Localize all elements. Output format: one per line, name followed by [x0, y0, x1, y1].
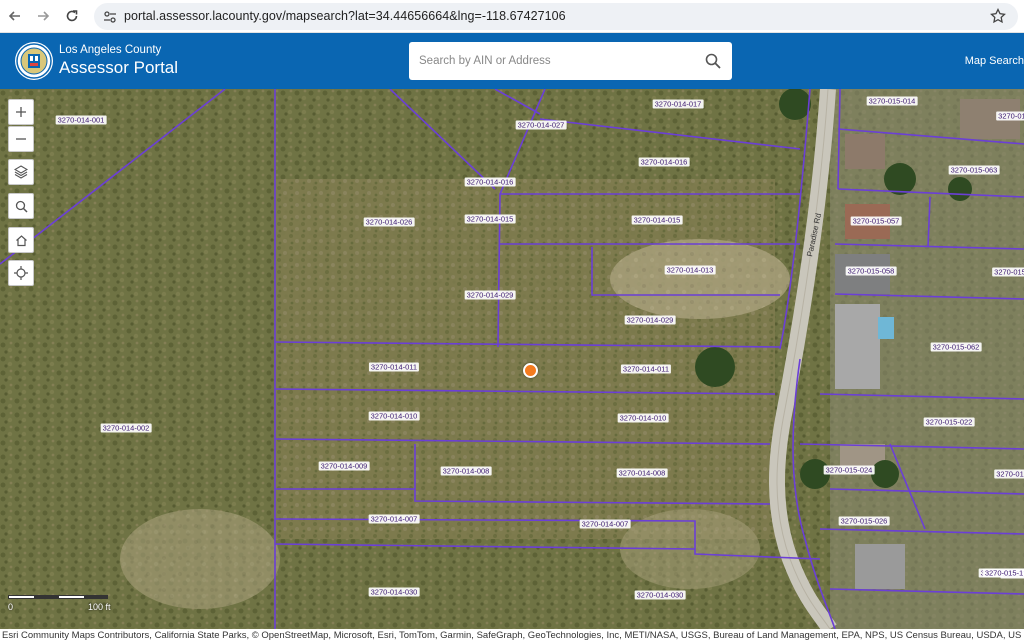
parcel-label[interactable]: 3270-014-015	[631, 215, 683, 225]
arrow-left-icon	[8, 11, 20, 21]
zoom-out-button[interactable]	[8, 126, 34, 152]
map-attribution: Esri Community Maps Contributors, Califo…	[0, 629, 1024, 643]
search-icon	[15, 200, 28, 213]
parcel-label[interactable]: 3270-014-017	[652, 99, 704, 109]
scale-end-label: 100 ft	[88, 602, 111, 612]
county-seal-logo[interactable]	[15, 42, 53, 80]
plus-icon	[16, 107, 26, 117]
zoom-in-button[interactable]	[8, 99, 34, 125]
parcel-label[interactable]: 3270-014-029	[624, 315, 676, 325]
parcel-label[interactable]: 3270-014-002	[100, 423, 152, 433]
parcel-label[interactable]: 3270-014-011	[368, 362, 420, 372]
parcel-label[interactable]: 3270-014-013	[664, 265, 716, 275]
parcel-label[interactable]: 3270-014-011	[620, 364, 672, 374]
parcel-label[interactable]: 3270-014-010	[617, 413, 669, 423]
map-search-link[interactable]: Map Search	[965, 55, 1024, 67]
parcel-label[interactable]: 3270-014-016	[464, 177, 516, 187]
parcel-label[interactable]: 3270-015-1	[982, 568, 1024, 578]
parcel-label[interactable]: 3270-015-022	[923, 417, 975, 427]
location-marker[interactable]	[523, 363, 538, 378]
layers-icon	[14, 165, 28, 179]
parcel-label[interactable]: 3270-014-026	[363, 217, 415, 227]
search-input[interactable]	[409, 42, 689, 80]
county-name: Los Angeles County	[59, 44, 162, 56]
parcel-label[interactable]: 3270-014-001	[55, 115, 107, 125]
search-box	[409, 42, 732, 80]
home-button[interactable]	[8, 227, 34, 253]
parcel-label[interactable]: 3270-015-014	[866, 96, 918, 106]
parcel-label[interactable]: 3270-014-007	[368, 514, 420, 524]
parcel-label[interactable]: 3270-014-030	[634, 590, 686, 600]
aerial-imagery: Paradise Rd	[0, 89, 1024, 629]
parcel-label[interactable]: 3270-014-010	[368, 411, 420, 421]
address-bar[interactable]: portal.assessor.lacounty.gov/mapsearch?l…	[94, 3, 1018, 30]
arrow-right-icon	[38, 11, 50, 21]
bookmark-star-icon[interactable]	[990, 8, 1006, 24]
search-button[interactable]	[704, 52, 722, 70]
map-view[interactable]: Paradise Rd 3270-014-001 3270-014-027 3270…	[0, 89, 1024, 629]
parcel-label[interactable]: 3270-015	[992, 267, 1024, 277]
parcel-label[interactable]: 3270-014-029	[464, 290, 516, 300]
home-icon	[15, 234, 27, 246]
search-icon	[705, 53, 721, 69]
parcel-label[interactable]: 3270-015	[996, 111, 1024, 121]
parcel-label[interactable]: 3270-014-016	[638, 157, 690, 167]
app-header: Los Angeles County Assessor Portal Map S…	[0, 33, 1024, 89]
back-button[interactable]	[4, 5, 26, 27]
parcel-label[interactable]: 3270-015-057	[850, 216, 902, 226]
locate-button[interactable]	[8, 260, 34, 286]
scale-start-label: 0	[8, 602, 14, 612]
site-settings-icon[interactable]	[102, 9, 118, 25]
parcel-label[interactable]: 3270-01	[994, 469, 1024, 479]
reload-icon	[66, 10, 78, 22]
parcel-label[interactable]: 3270-014-007	[579, 519, 631, 529]
parcel-label[interactable]: 3270-015-024	[823, 465, 875, 475]
reload-button[interactable]	[61, 5, 83, 27]
parcel-label[interactable]: 3270-014-015	[464, 214, 516, 224]
layers-button[interactable]	[8, 159, 34, 185]
parcel-label[interactable]: 3270-015-062	[930, 342, 982, 352]
parcel-label[interactable]: 3270-014-008	[616, 468, 668, 478]
portal-title: Assessor Portal	[59, 58, 179, 77]
scale-line	[8, 595, 108, 599]
parcel-label[interactable]: 3270-015-026	[838, 516, 890, 526]
parcel-label[interactable]: 3270-014-009	[318, 461, 370, 471]
url-text[interactable]: portal.assessor.lacounty.gov/mapsearch?l…	[124, 9, 566, 23]
parcel-label[interactable]: 3270-015-058	[845, 266, 897, 276]
forward-button[interactable]	[32, 5, 54, 27]
parcel-label[interactable]: 3270-015-063	[948, 165, 1000, 175]
map-search-button[interactable]	[8, 193, 34, 219]
browser-toolbar: portal.assessor.lacounty.gov/mapsearch?l…	[0, 0, 1024, 33]
crosshair-icon	[14, 266, 28, 280]
minus-icon	[16, 138, 26, 140]
parcel-label[interactable]: 3270-014-030	[368, 587, 420, 597]
parcel-label[interactable]: 3270-014-027	[515, 120, 567, 130]
scale-bar: 0 100 ft	[8, 595, 111, 615]
parcel-label[interactable]: 3270-014-008	[440, 466, 492, 476]
